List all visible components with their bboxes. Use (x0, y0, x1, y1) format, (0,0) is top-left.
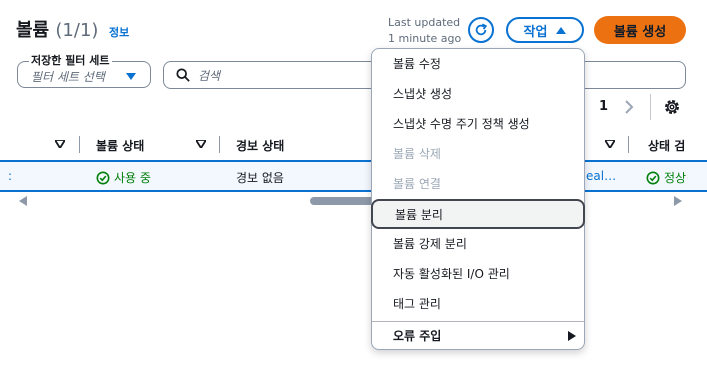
status-check-text: 정상 (664, 171, 687, 185)
volume-state-text: 사용 중 (114, 171, 151, 185)
table-header: 볼륨 상태 경보 상태 상태 검 (0, 132, 707, 160)
table-row[interactable]: : 사용 중 경보 없음 eal… 정상 (0, 162, 707, 192)
actions-button[interactable]: 작업 (506, 17, 584, 43)
cell-status-check: 정상 (646, 169, 686, 186)
column-header-volume-state[interactable]: 볼륨 상태 (96, 137, 144, 154)
refresh-icon (475, 23, 488, 36)
page-number-button[interactable]: 1 (599, 99, 608, 114)
cell-alarm-state: 경보 없음 (236, 171, 284, 185)
search-icon (176, 68, 190, 82)
submenu-arrow-icon (568, 330, 576, 341)
sort-icon[interactable] (605, 140, 615, 148)
column-separator[interactable] (628, 136, 629, 153)
last-updated-line1: Last updated (388, 16, 461, 29)
column-header-alarm-state[interactable]: 경보 상태 (236, 137, 284, 154)
cell-volume-state: 사용 중 (96, 169, 151, 186)
sort-icon[interactable] (196, 140, 206, 148)
menu-item-create-snapshot[interactable]: 스냅샷 생성 (372, 80, 584, 107)
menu-item-detach-volume[interactable]: 볼륨 분리 (371, 199, 585, 229)
menu-item-modify-volume[interactable]: 볼륨 수정 (372, 50, 584, 77)
search-placeholder: 검색 (198, 68, 221, 83)
check-circle-icon (646, 171, 660, 184)
check-circle-icon (96, 171, 110, 184)
create-volume-button[interactable]: 볼륨 생성 (594, 16, 686, 44)
fault-injection-label: 오류 주입 (393, 329, 442, 343)
cell-truncated: : (8, 169, 13, 183)
menu-group-fault-injection[interactable]: 오류 주입 (372, 322, 584, 349)
column-separator[interactable] (219, 136, 220, 153)
info-link[interactable]: 정보 (109, 24, 129, 40)
actions-button-label: 작업 (523, 24, 548, 40)
menu-item-create-lifecycle-policy[interactable]: 스냅샷 수명 주기 정책 생성 (372, 110, 584, 137)
sort-icon[interactable] (55, 140, 65, 148)
saved-filter-placeholder: 필터 세트 선택 (31, 69, 105, 84)
pager-divider (650, 94, 651, 120)
menu-item-force-detach-volume[interactable]: 볼륨 강제 분리 (372, 230, 584, 257)
selection-count: (1/1) (55, 20, 99, 41)
refresh-button[interactable] (468, 17, 494, 43)
scroll-right-arrow[interactable] (674, 196, 682, 206)
actions-menu: 볼륨 수정 스냅샷 생성 스냅샷 수명 주기 정책 생성 볼륨 삭제 볼륨 연결… (371, 48, 585, 350)
page-title: 볼륨 (1/1) (16, 16, 98, 42)
caret-down-icon (126, 72, 136, 80)
settings-icon[interactable] (663, 98, 681, 116)
last-updated-text: Last updated 1 minute ago (388, 15, 461, 47)
scroll-left-arrow[interactable] (19, 196, 27, 206)
saved-filter-label: 저장한 필터 세트 (29, 52, 112, 68)
page-title-text: 볼륨 (16, 20, 50, 41)
menu-item-delete-volume: 볼륨 삭제 (393, 147, 441, 161)
caret-up-icon (556, 26, 567, 34)
menu-item-manage-auto-enabled-io[interactable]: 자동 활성화된 I/O 관리 (372, 260, 584, 287)
menu-item-manage-tags[interactable]: 태그 관리 (372, 290, 584, 317)
chevron-right-icon[interactable] (624, 99, 634, 115)
column-header-status-check[interactable]: 상태 검 (648, 137, 685, 154)
horizontal-scrollbar-thumb[interactable] (310, 197, 376, 205)
menu-item-attach-volume: 볼륨 연결 (393, 177, 441, 191)
last-updated-line2: 1 minute ago (388, 32, 462, 45)
column-separator[interactable] (79, 136, 80, 153)
cell-link[interactable]: eal… (586, 169, 616, 183)
